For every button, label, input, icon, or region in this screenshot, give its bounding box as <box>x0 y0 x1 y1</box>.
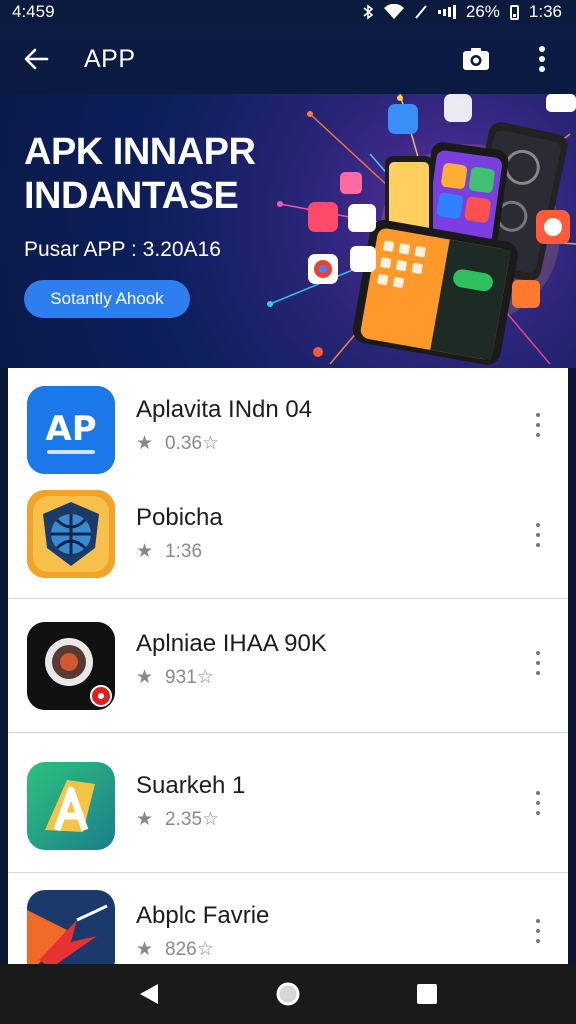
more-options-button[interactable] <box>526 43 558 75</box>
app-rating: ★ 826☆ <box>136 938 269 961</box>
no-signal-icon <box>414 4 428 20</box>
star-icon: ★ <box>136 809 154 830</box>
more-vert-icon <box>539 46 545 72</box>
rating-value: 0.36☆ <box>165 433 220 454</box>
camera-lens-icon <box>27 622 115 710</box>
back-button[interactable] <box>16 39 56 79</box>
banner-headline: APK INNAPR INDANTASE <box>24 130 284 218</box>
app-more-button[interactable] <box>530 648 546 678</box>
cell-signal-icon <box>437 5 456 19</box>
banner-headline-line1: APK INNAPR <box>24 131 256 173</box>
app-more-button[interactable] <box>530 410 546 440</box>
globe-shield-icon <box>27 490 115 578</box>
back-triangle-icon <box>140 984 159 1004</box>
star-icon: ★ <box>136 667 154 688</box>
app-bar: APP <box>0 24 576 94</box>
app-rating: ★ 931☆ <box>136 666 327 689</box>
status-icons: 26% 1:36 <box>362 2 562 22</box>
battery-percent: 26% <box>465 2 500 21</box>
letter-a-icon <box>27 762 115 850</box>
rating-value: 931☆ <box>165 667 214 688</box>
nav-back-button[interactable] <box>129 974 169 1014</box>
app-more-button[interactable] <box>530 520 546 550</box>
status-time-left: 4:459 <box>12 2 55 21</box>
app-rating: ★ 2.35☆ <box>136 808 245 831</box>
list-item-app-5[interactable]: Abplc Favrie ★ 826☆ <box>8 872 568 964</box>
app-name: Pobicha <box>136 504 223 531</box>
ap-logo-text: AP <box>45 409 96 449</box>
back-arrow-icon <box>24 48 49 70</box>
list-item-app-1[interactable]: AP Aplavita INdn 04 ★ 0.36☆ <box>8 368 568 480</box>
app-name: Suarkeh 1 <box>136 772 246 799</box>
system-nav-bar <box>0 964 576 1024</box>
rating-value: 1:36 <box>165 540 203 562</box>
list-item-app-2[interactable]: Pobicha ★ 1:36 <box>8 480 568 598</box>
app-more-button[interactable] <box>530 788 546 818</box>
app-rating: ★ 1:36 <box>136 540 223 563</box>
phones-illustration <box>267 94 576 365</box>
banner-headline-line2: INDANTASE <box>24 175 239 217</box>
red-arrow-icon <box>27 890 115 964</box>
promo-banner[interactable]: APK INNAPR INDANTASE Pusar APP : 3.20A16… <box>0 94 576 368</box>
camera-icon <box>463 48 489 70</box>
nav-home-button[interactable] <box>268 974 308 1014</box>
star-icon: ★ <box>136 541 154 562</box>
rating-value: 826☆ <box>165 939 214 960</box>
nav-recents-button[interactable] <box>407 974 447 1014</box>
app-name: Aplniae IHAA 90K <box>136 630 327 657</box>
bluetooth-icon <box>362 4 374 20</box>
star-icon: ★ <box>136 939 154 960</box>
banner-subtitle: Pusar APP : 3.20A16 <box>24 238 221 261</box>
app-name: Aplavita INdn 04 <box>136 396 313 423</box>
status-time-right: 1:36 <box>528 2 562 21</box>
app-list: AP Aplavita INdn 04 ★ 0.36☆ Pobicha ★ 1:… <box>8 368 568 964</box>
recents-square-icon <box>416 984 437 1004</box>
banner-cta-button[interactable]: Sotantly Ahook <box>24 280 190 318</box>
list-item-app-3[interactable]: Aplniae IHAA 90K ★ 931☆ <box>8 598 568 732</box>
star-icon: ★ <box>136 433 154 454</box>
battery-icon <box>509 4 519 20</box>
wifi-icon <box>383 4 404 20</box>
home-circle-icon <box>276 982 300 1006</box>
app-rating: ★ 0.36☆ <box>136 432 312 455</box>
app-name: Abplc Favrie <box>136 902 270 929</box>
camera-button[interactable] <box>460 43 492 75</box>
rating-value: 2.35☆ <box>165 809 220 830</box>
list-item-app-4[interactable]: Suarkeh 1 ★ 2.35☆ <box>8 732 568 872</box>
ap-logo-icon: AP <box>27 386 115 474</box>
app-bar-title: APP <box>84 44 136 73</box>
status-bar: 4:459 26% 1:36 <box>0 0 576 24</box>
app-more-button[interactable] <box>530 916 546 946</box>
